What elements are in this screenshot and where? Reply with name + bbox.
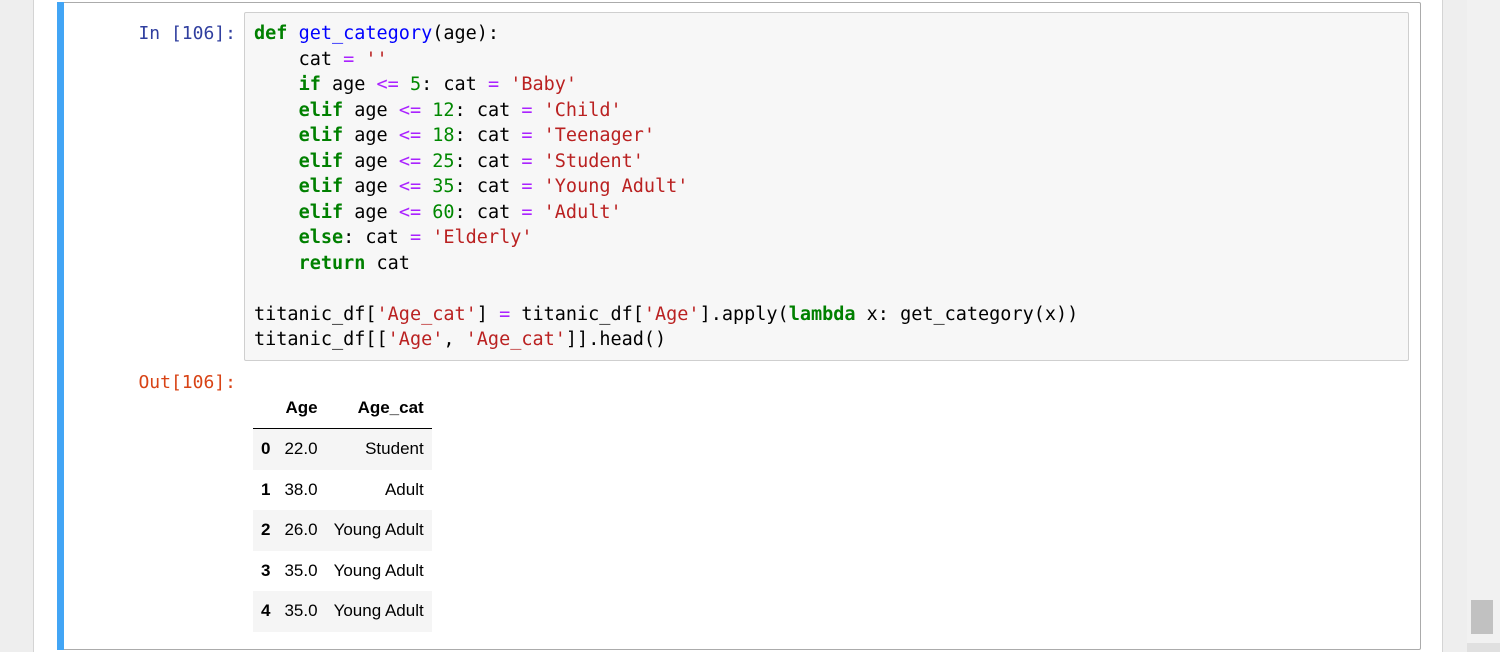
cell-age: 35.0 xyxy=(284,560,318,580)
cell-age: 38.0 xyxy=(284,479,318,499)
cell-age-cat: Young Adult xyxy=(333,601,424,621)
cell-age-cat: Young Adult xyxy=(333,560,424,580)
column-header-age-cat: Age_cat xyxy=(325,388,432,429)
row-index: 1 xyxy=(261,479,271,499)
row-index: 2 xyxy=(261,520,271,540)
table-header-row: Age Age_cat xyxy=(253,388,432,429)
scroll-down-arrow[interactable] xyxy=(1467,643,1500,652)
vertical-scrollbar[interactable] xyxy=(1467,0,1500,652)
row-index: 4 xyxy=(261,601,271,621)
scrollbar-thumb[interactable] xyxy=(1471,600,1493,634)
output-prompt: Out[106]: xyxy=(138,372,236,393)
input-prompt: In [106]: xyxy=(138,23,236,44)
index-header xyxy=(253,388,277,429)
table-row: 1 38.0 Adult xyxy=(253,470,432,511)
code-editor[interactable]: def get_category(age): cat = '' if age <… xyxy=(244,12,1409,361)
table-row: 3 35.0 Young Adult xyxy=(253,551,432,592)
row-index: 0 xyxy=(261,439,271,459)
table-row: 2 26.0 Young Adult xyxy=(253,510,432,551)
cell-selected-indicator xyxy=(57,2,64,650)
cell-age: 35.0 xyxy=(284,601,318,621)
table-row: 4 35.0 Young Adult xyxy=(253,591,432,632)
cell-age-cat: Adult xyxy=(384,479,424,499)
output-area: Age Age_cat 0 22.0 Student 1 38.0 Adult xyxy=(253,388,432,632)
code-cell[interactable]: In [106]: def get_category(age): cat = '… xyxy=(57,2,1421,650)
dataframe-table: Age Age_cat 0 22.0 Student 1 38.0 Adult xyxy=(253,388,432,632)
cell-age-cat: Student xyxy=(365,439,424,459)
column-header-age: Age xyxy=(276,388,326,429)
cell-age-cat: Young Adult xyxy=(333,520,424,540)
cell-age: 22.0 xyxy=(284,439,318,459)
code-text[interactable]: def get_category(age): cat = '' if age <… xyxy=(254,21,1078,353)
table-row: 0 22.0 Student xyxy=(253,428,432,470)
notebook-page: In [106]: def get_category(age): cat = '… xyxy=(33,0,1443,652)
row-index: 3 xyxy=(261,560,271,580)
cell-age: 26.0 xyxy=(284,520,318,540)
